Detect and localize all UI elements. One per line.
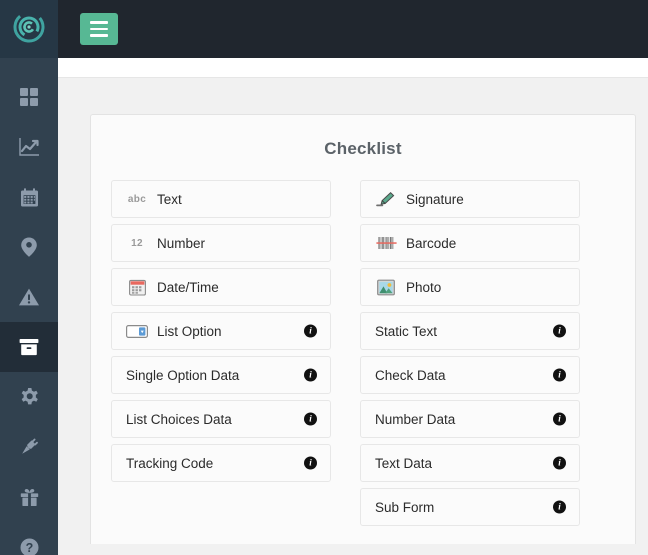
list-item-label: Text Data xyxy=(375,455,433,471)
field-type-columns: abc Text 12 Number Date/Time List Option… xyxy=(111,180,615,526)
map-pin-icon xyxy=(19,236,39,258)
list-item[interactable]: Check Data i xyxy=(360,356,580,394)
sidebar-item-alerts[interactable] xyxy=(0,272,58,322)
help-circle-icon: ? xyxy=(19,537,40,555)
calendar-icon xyxy=(126,277,148,297)
list-item-label: Barcode xyxy=(406,235,457,251)
breadcrumb-bar xyxy=(58,58,648,78)
info-icon[interactable]: i xyxy=(304,368,317,382)
app-logo[interactable] xyxy=(0,0,58,58)
field-type-column-left: abc Text 12 Number Date/Time List Option… xyxy=(111,180,331,526)
sidebar-item-help[interactable]: ? xyxy=(0,522,58,555)
list-item[interactable]: Static Text i xyxy=(360,312,580,350)
hamburger-bar xyxy=(90,34,108,37)
sidebar-nav: ? xyxy=(0,58,58,555)
list-item-label: Static Text xyxy=(375,323,438,339)
sidebar-item-dashboard[interactable] xyxy=(0,72,58,122)
photo-image-icon xyxy=(375,277,397,297)
list-item[interactable]: 12 Number xyxy=(111,224,331,262)
info-icon[interactable]: i xyxy=(304,324,317,338)
hamburger-bar xyxy=(90,27,108,31)
plug-icon xyxy=(18,436,40,458)
archive-box-icon xyxy=(18,337,40,357)
spiral-target-logo xyxy=(13,11,45,48)
list-item-label: Date/Time xyxy=(157,279,219,295)
list-item-label: Signature xyxy=(406,191,464,207)
gift-icon xyxy=(19,487,40,508)
info-icon[interactable]: i xyxy=(553,324,566,338)
content-area: Checklist abc Text 12 Number Date/Time L… xyxy=(58,78,648,555)
list-item-label: Number Data xyxy=(375,411,456,427)
info-icon[interactable]: i xyxy=(553,412,566,426)
menu-toggle-button[interactable] xyxy=(80,13,118,45)
hamburger-bar xyxy=(90,21,108,24)
list-item[interactable]: Tracking Code i xyxy=(111,444,331,482)
sidebar-item-calendar[interactable] xyxy=(0,172,58,222)
list-item[interactable]: abc Text xyxy=(111,180,331,218)
sidebar: ? xyxy=(0,0,58,555)
sidebar-item-analytics[interactable] xyxy=(0,122,58,172)
field-type-column-right: Signature Barcode Photo Static Text i Ch… xyxy=(360,180,580,526)
line-chart-icon xyxy=(18,136,40,158)
checklist-panel: Checklist abc Text 12 Number Date/Time L… xyxy=(90,114,636,544)
dropdown-select-icon xyxy=(126,321,148,341)
list-item[interactable]: List Choices Data i xyxy=(111,400,331,438)
list-item[interactable]: Date/Time xyxy=(111,268,331,306)
list-item-label: Check Data xyxy=(375,367,446,383)
sidebar-item-settings[interactable] xyxy=(0,372,58,422)
12-number-icon: 12 xyxy=(131,237,143,249)
gear-icon xyxy=(19,387,40,408)
list-item[interactable]: List Option i xyxy=(111,312,331,350)
list-item[interactable]: Text Data i xyxy=(360,444,580,482)
sidebar-item-locations[interactable] xyxy=(0,222,58,272)
list-item-label: List Choices Data xyxy=(126,411,232,427)
info-icon[interactable]: i xyxy=(553,500,566,514)
sidebar-item-forms[interactable] xyxy=(0,322,58,372)
abc-text-icon: abc xyxy=(127,193,147,205)
list-item[interactable]: Number Data i xyxy=(360,400,580,438)
page-title: Checklist xyxy=(324,139,402,158)
list-item[interactable]: Sub Form i xyxy=(360,488,580,526)
list-item-label: Single Option Data xyxy=(126,367,240,383)
info-icon[interactable]: i xyxy=(553,456,566,470)
list-item[interactable]: Photo xyxy=(360,268,580,306)
list-item[interactable]: Signature xyxy=(360,180,580,218)
list-item-label: Tracking Code xyxy=(126,455,214,471)
list-item-label: Text xyxy=(157,191,182,207)
list-item-label: List Option xyxy=(157,323,222,339)
app-root: ? Checklist abc Text 12 Number Date/Time… xyxy=(0,0,648,555)
topbar xyxy=(58,0,648,58)
info-icon[interactable]: i xyxy=(553,368,566,382)
info-icon[interactable]: i xyxy=(304,412,317,426)
sidebar-item-rewards[interactable] xyxy=(0,472,58,522)
barcode-icon xyxy=(375,233,397,253)
sidebar-item-integrations[interactable] xyxy=(0,422,58,472)
list-item[interactable]: Single Option Data i xyxy=(111,356,331,394)
info-icon[interactable]: i xyxy=(304,456,317,470)
list-item-label: Number xyxy=(157,235,206,251)
svg-text:?: ? xyxy=(25,541,33,555)
warning-triangle-icon xyxy=(18,287,40,307)
grid-dashboard-icon xyxy=(18,86,40,108)
main-region: Checklist abc Text 12 Number Date/Time L… xyxy=(58,0,648,555)
list-item-label: Photo xyxy=(406,279,442,295)
pen-signature-icon xyxy=(375,189,397,209)
list-item[interactable]: Barcode xyxy=(360,224,580,262)
list-item-label: Sub Form xyxy=(375,499,435,515)
calendar-icon xyxy=(19,187,40,208)
